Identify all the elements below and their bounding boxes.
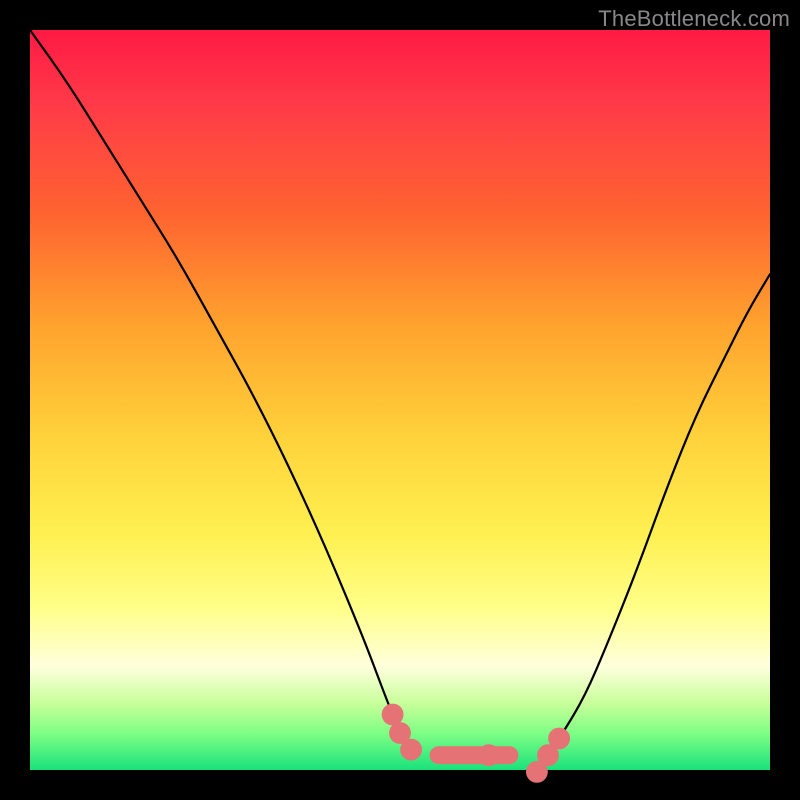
bottom-bar	[430, 746, 519, 764]
series-group	[30, 30, 770, 755]
watermark-text: TheBottleneck.com	[598, 6, 790, 32]
plot-area	[30, 30, 770, 770]
marker-group	[382, 704, 569, 782]
curve-right-curve	[548, 274, 770, 755]
curve-left-curve	[30, 30, 415, 755]
chart-svg	[30, 30, 770, 770]
right-bead-2	[549, 728, 570, 749]
left-bead-2	[401, 739, 422, 760]
chart-frame: TheBottleneck.com	[0, 0, 800, 800]
bottom-bead	[478, 745, 499, 766]
left-bead-0	[382, 704, 403, 725]
